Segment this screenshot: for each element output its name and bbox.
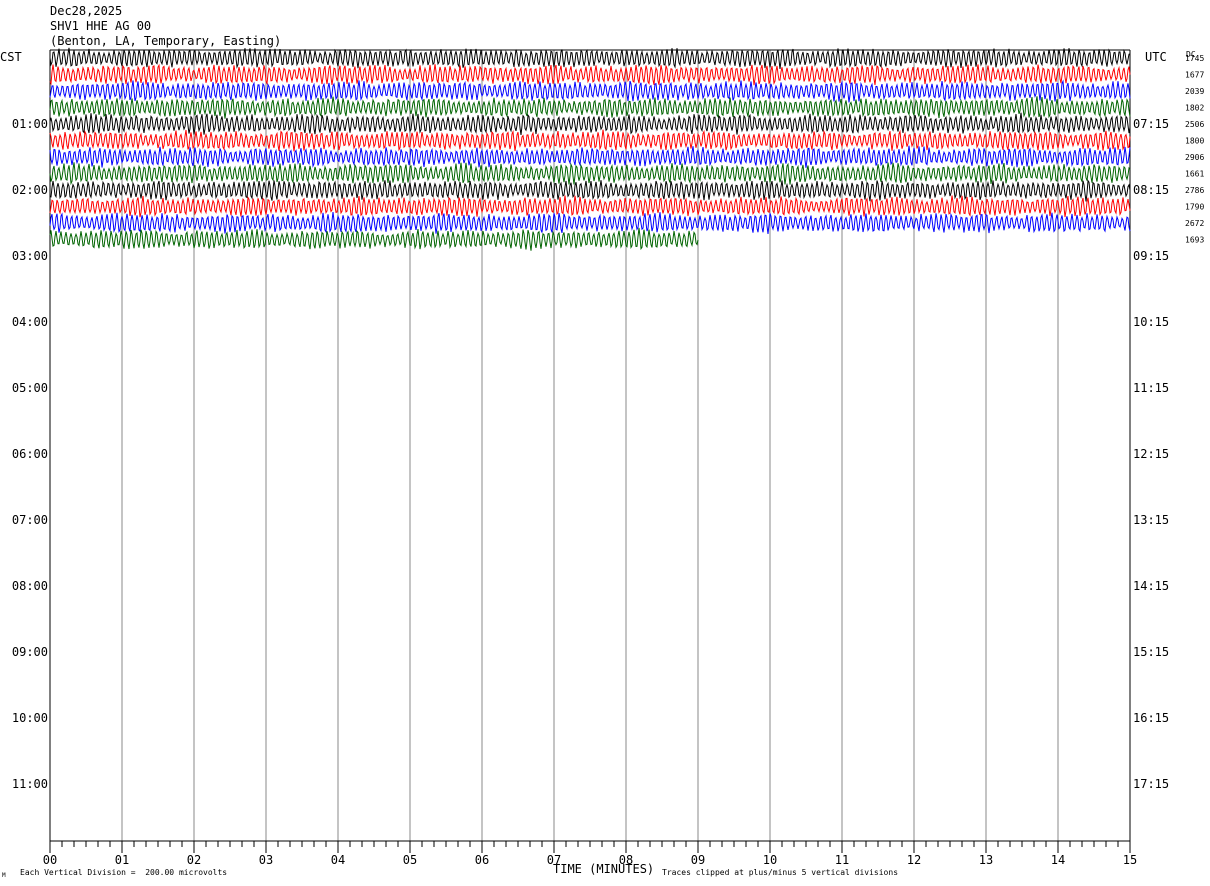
dc-offset-value: 1802 xyxy=(1185,104,1204,113)
x-tick-label: 03 xyxy=(259,853,273,867)
hour-label-right: 13:15 xyxy=(1133,513,1169,527)
hour-label-left: 11:00 xyxy=(12,777,48,791)
hour-label-left: 06:00 xyxy=(12,447,48,461)
dc-offset-value: 1800 xyxy=(1185,137,1204,146)
hour-label-right: 09:15 xyxy=(1133,249,1169,263)
hour-label-right: 15:15 xyxy=(1133,645,1169,659)
hour-label-left: 08:00 xyxy=(12,579,48,593)
x-tick-label: 08 xyxy=(619,853,633,867)
x-tick-label: 00 xyxy=(43,853,57,867)
seismic-trace xyxy=(49,162,1131,186)
hour-label-right: 12:15 xyxy=(1133,447,1169,461)
dc-offset-value: 1661 xyxy=(1185,170,1204,179)
hour-label-right: 16:15 xyxy=(1133,711,1169,725)
hour-label-left: 10:00 xyxy=(12,711,48,725)
seismic-trace xyxy=(49,112,1131,135)
hour-label-right: 07:15 xyxy=(1133,117,1169,131)
hour-label-right: 11:15 xyxy=(1133,381,1169,395)
x-tick-label: 15 xyxy=(1123,853,1137,867)
seismic-trace xyxy=(49,211,1131,235)
x-tick-label: 10 xyxy=(763,853,777,867)
seismic-trace xyxy=(49,63,1131,86)
hour-label-right: 10:15 xyxy=(1133,315,1169,329)
x-tick-label: 01 xyxy=(115,853,129,867)
dc-offset-value: 1745 xyxy=(1185,54,1204,63)
dc-offset-value: 1693 xyxy=(1185,236,1204,245)
seismic-trace xyxy=(49,79,1131,103)
x-tick-label: 09 xyxy=(691,853,705,867)
hour-label-left: 02:00 xyxy=(12,183,48,197)
seismic-trace xyxy=(49,145,1131,168)
x-tick-label: 06 xyxy=(475,853,489,867)
dc-offset-value: 2906 xyxy=(1185,153,1204,162)
seismic-trace xyxy=(49,227,699,251)
dc-offset-value: 1790 xyxy=(1185,203,1204,212)
dc-offset-value: 2786 xyxy=(1185,186,1204,195)
hour-label-left: 07:00 xyxy=(12,513,48,527)
seismic-trace xyxy=(49,179,1131,202)
dc-offset-value: 2506 xyxy=(1185,120,1204,129)
hour-label-right: 14:15 xyxy=(1133,579,1169,593)
hour-label-left: 04:00 xyxy=(12,315,48,329)
x-tick-label: 02 xyxy=(187,853,201,867)
seismic-trace xyxy=(49,195,1131,218)
hour-label-left: 09:00 xyxy=(12,645,48,659)
x-tick-label: 04 xyxy=(331,853,345,867)
hour-label-right: 08:15 xyxy=(1133,183,1169,197)
dc-offset-value: 2039 xyxy=(1185,87,1204,96)
seismic-trace xyxy=(49,129,1131,152)
hour-label-left: 05:00 xyxy=(12,381,48,395)
x-tick-label: 05 xyxy=(403,853,417,867)
x-tick-label: 14 xyxy=(1051,853,1065,867)
dc-offset-value: 2672 xyxy=(1185,219,1204,228)
hour-label-left: 03:00 xyxy=(12,249,48,263)
hour-label-left: 01:00 xyxy=(12,117,48,131)
x-tick-label: 11 xyxy=(835,853,849,867)
x-tick-label: 13 xyxy=(979,853,993,867)
x-tick-label: 07 xyxy=(547,853,561,867)
hour-label-right: 17:15 xyxy=(1133,777,1169,791)
dc-offset-value: 1677 xyxy=(1185,71,1204,80)
seismogram-plot: 00 01 02 03 04 05 06 07 08 09 10 11 12 13 14 15 01:00 02:… xyxy=(12,47,1204,867)
x-tick-label: 12 xyxy=(907,853,921,867)
